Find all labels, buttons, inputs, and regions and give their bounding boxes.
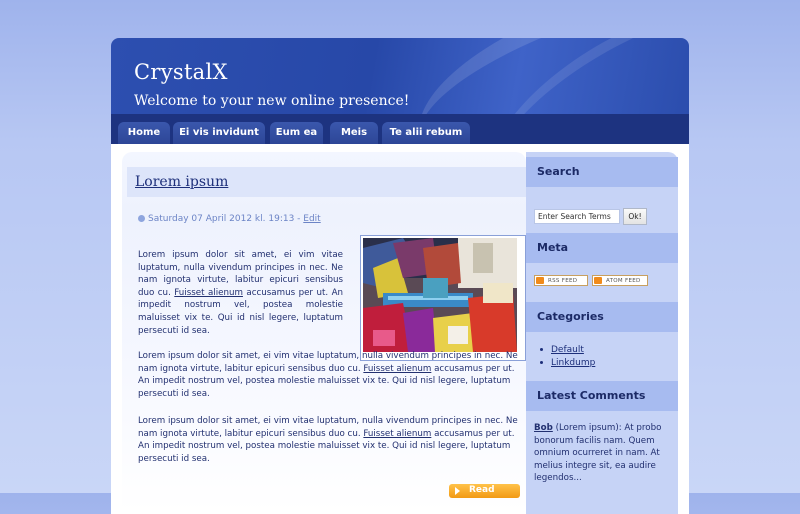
post-meta: Saturday 07 April 2012 kl. 19:13 - Edit xyxy=(138,214,321,224)
read-more-label: Read xyxy=(469,485,495,495)
edit-link[interactable]: Edit xyxy=(303,214,320,224)
post-paragraph: Lorem ipsum dolor sit amet, ei vim vitae… xyxy=(138,249,343,337)
atom-feed-label: ATOM FEED xyxy=(606,278,641,284)
category-label: Linkdump xyxy=(551,357,596,368)
latest-comments-heading: Latest Comments xyxy=(526,381,678,411)
bullet-icon xyxy=(540,348,543,351)
category-item-linkdump[interactable]: Linkdump xyxy=(540,357,596,370)
site-tagline: Welcome to your new online presence! xyxy=(134,93,410,109)
bullet-icon xyxy=(540,360,543,364)
nav-item-eum-ea[interactable]: Eum ea xyxy=(270,122,323,144)
post-image xyxy=(360,235,526,361)
categories-list: Default Linkdump xyxy=(540,344,596,370)
category-item-default[interactable]: Default xyxy=(540,344,595,357)
read-more-button[interactable]: Read xyxy=(449,484,520,498)
search-ok-button[interactable]: Ok! xyxy=(623,208,647,225)
sidebar: Search Ok! Meta RSS FEED ATOM FEED Categ… xyxy=(526,152,678,514)
nav-item-ei-vis-invidunt[interactable]: Ei vis invidunt xyxy=(173,122,265,144)
meta-heading: Meta xyxy=(526,233,678,263)
category-label: Default xyxy=(551,345,584,355)
rss-icon xyxy=(536,277,544,284)
clock-icon xyxy=(138,215,145,222)
search-input[interactable] xyxy=(534,209,620,224)
nav-item-home[interactable]: Home xyxy=(118,122,170,144)
main-content: Lorem ipsum Saturday 07 April 2012 kl. 1… xyxy=(122,152,526,512)
categories-heading: Categories xyxy=(526,302,678,332)
post-title-bar: Lorem ipsum xyxy=(127,167,526,197)
site-header: CrystalX Welcome to your new online pres… xyxy=(111,38,689,114)
post-date: Saturday 07 April 2012 kl. 19:13 - xyxy=(148,214,304,224)
rss-feed-label: RSS FEED xyxy=(548,278,578,284)
page-body: Lorem ipsum Saturday 07 April 2012 kl. 1… xyxy=(111,144,689,514)
atom-feed-button[interactable]: ATOM FEED xyxy=(592,275,648,286)
main-navigation: Home Ei vis invidunt Eum ea Meis Te alii… xyxy=(111,114,689,144)
rss-icon xyxy=(594,277,602,284)
fuisset-alienum-link[interactable]: Fuisset alienum xyxy=(174,288,243,298)
comment-text: (Lorem ipsum): At probo bonorum facilis … xyxy=(534,423,662,484)
fuisset-alienum-link[interactable]: Fuisset alienum xyxy=(363,364,431,374)
fuisset-alienum-link[interactable]: Fuisset alienum xyxy=(363,429,431,439)
post-title-link[interactable]: Lorem ipsum xyxy=(135,174,228,190)
post-paragraph: Lorem ipsum dolor sit amet, ei vim vitae… xyxy=(138,350,520,400)
nav-item-meis[interactable]: Meis xyxy=(330,122,378,144)
market-photo xyxy=(363,238,517,352)
post-paragraph: Lorem ipsum dolor sit amet, ei vim vitae… xyxy=(138,415,520,465)
nav-item-te-alii-rebum[interactable]: Te alii rebum xyxy=(382,122,470,144)
search-heading: Search xyxy=(526,157,678,187)
comment-author-link[interactable]: Bob xyxy=(534,423,553,433)
site-title[interactable]: CrystalX xyxy=(134,60,228,84)
page-container: CrystalX Welcome to your new online pres… xyxy=(111,38,689,514)
play-arrow-icon xyxy=(455,487,460,495)
latest-comment: Bob (Lorem ipsum): At probo bonorum faci… xyxy=(534,422,672,485)
rss-feed-button[interactable]: RSS FEED xyxy=(534,275,588,286)
